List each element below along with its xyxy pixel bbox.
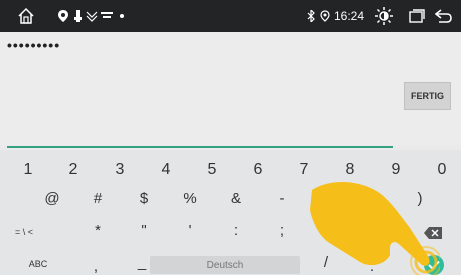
key-7[interactable]: 7 xyxy=(294,158,314,182)
key-close-paren[interactable]: ) xyxy=(408,186,432,210)
recent-apps-icon[interactable] xyxy=(405,0,429,32)
key-8[interactable]: 8 xyxy=(340,158,360,182)
key-abc[interactable]: ABC xyxy=(20,252,56,275)
key-0[interactable]: 0 xyxy=(432,158,452,182)
key-semicolon[interactable]: ; xyxy=(270,218,294,242)
key-5[interactable]: 5 xyxy=(202,158,222,182)
key-1[interactable]: 1 xyxy=(18,158,38,182)
dot-icon xyxy=(118,0,126,32)
password-field[interactable]: ••••••••• xyxy=(7,37,60,53)
key-quote[interactable]: " xyxy=(132,218,156,242)
key-hash[interactable]: # xyxy=(86,186,110,210)
key-9[interactable]: 9 xyxy=(386,158,406,182)
key-ampersand[interactable]: & xyxy=(224,186,248,210)
input-area: ••••••••• FERTIG xyxy=(0,32,461,148)
gps-icon xyxy=(319,0,331,32)
key-slash[interactable]: / xyxy=(316,250,336,274)
bluetooth-icon xyxy=(305,0,317,32)
brightness-icon[interactable] xyxy=(372,0,396,32)
on-screen-keyboard: 1 2 3 4 5 6 7 8 9 0 @ # $ % & - ) = \ < … xyxy=(0,150,461,275)
clock: 16:24 xyxy=(334,9,365,23)
key-dollar[interactable]: $ xyxy=(132,186,156,210)
key-percent[interactable]: % xyxy=(178,186,202,210)
key-asterisk[interactable]: * xyxy=(86,218,110,242)
status-bar: 16:24 xyxy=(0,0,461,32)
key-2[interactable]: 2 xyxy=(63,158,83,182)
key-comma[interactable]: , xyxy=(86,254,106,275)
location-pin-icon xyxy=(56,0,70,32)
key-4[interactable]: 4 xyxy=(156,158,176,182)
key-apostrophe[interactable]: ' xyxy=(178,218,202,242)
key-6[interactable]: 6 xyxy=(248,158,268,182)
key-dash[interactable]: - xyxy=(270,186,294,210)
wifi-icon xyxy=(100,0,114,32)
signal-icon xyxy=(86,0,98,32)
backspace-icon[interactable] xyxy=(424,226,442,239)
home-icon[interactable] xyxy=(14,0,38,32)
done-button[interactable]: FERTIG xyxy=(404,82,451,110)
key-3[interactable]: 3 xyxy=(110,158,130,182)
enter-check-icon[interactable] xyxy=(424,255,444,275)
space-bar[interactable]: Deutsch xyxy=(150,256,300,274)
input-underline xyxy=(7,146,393,148)
usb-icon xyxy=(72,0,84,32)
key-symbols-switch[interactable]: = \ < xyxy=(6,220,42,244)
key-period[interactable]: . xyxy=(362,254,382,275)
key-at[interactable]: @ xyxy=(40,186,64,210)
key-colon[interactable]: : xyxy=(224,218,248,242)
key-underscore[interactable]: _ xyxy=(132,250,152,274)
back-icon[interactable] xyxy=(432,0,456,32)
